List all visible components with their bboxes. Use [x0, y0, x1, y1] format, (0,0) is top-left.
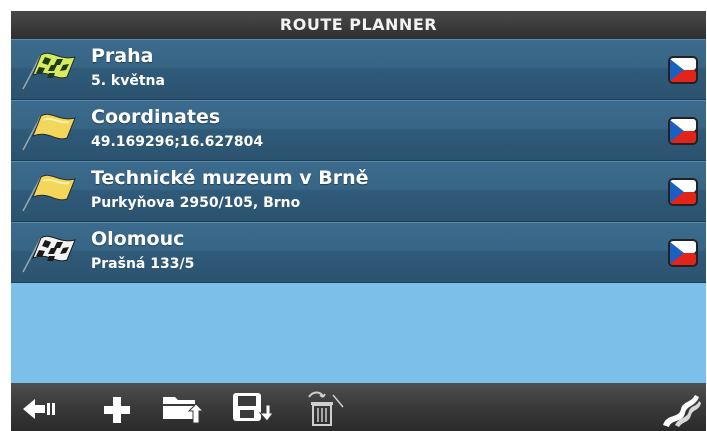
czech-flag-icon — [668, 117, 698, 145]
route-point-address: 5. května — [91, 73, 165, 89]
route-point-name: Praha — [91, 45, 154, 67]
add-button[interactable] — [95, 389, 139, 429]
page-title: ROUTE PLANNER — [11, 11, 706, 39]
route-point-name: Olomouc — [91, 228, 185, 250]
checkered-green-flag-icon — [22, 52, 76, 90]
route-options-button[interactable] — [657, 389, 701, 429]
open-folder-icon — [163, 397, 203, 424]
checkered-finish-flag-icon — [22, 235, 76, 273]
route-point-item[interactable]: Coordinates 49.169296;16.627804 — [11, 100, 706, 161]
route-point-address: Purkyňova 2950/105, Brno — [91, 195, 301, 211]
bottom-toolbar — [11, 383, 706, 431]
route-point-item[interactable]: Praha 5. května — [11, 39, 706, 100]
route-point-list: Praha 5. května Coordinates 49.169296;16… — [11, 39, 706, 283]
route-point-name: Coordinates — [91, 106, 221, 128]
route-point-address: Prašná 133/5 — [91, 256, 195, 272]
czech-flag-icon — [668, 239, 698, 267]
save-button[interactable] — [229, 389, 273, 429]
route-planner-screen: ROUTE PLANNER Praha 5. května Coordinate… — [11, 11, 706, 431]
yellow-flag-icon — [22, 174, 76, 212]
delete-icon — [308, 391, 344, 426]
yellow-flag-icon — [22, 113, 76, 151]
add-icon — [104, 397, 130, 423]
czech-flag-icon — [668, 56, 698, 84]
route-point-name: Technické muzeum v Brně — [91, 167, 369, 189]
back-button[interactable] — [19, 389, 63, 429]
route-point-address: 49.169296;16.627804 — [91, 134, 264, 150]
czech-flag-icon — [668, 178, 698, 206]
route-point-item[interactable]: Olomouc Prašná 133/5 — [11, 222, 706, 283]
back-icon — [23, 399, 55, 419]
delete-button[interactable] — [303, 389, 347, 429]
open-button[interactable] — [159, 389, 203, 429]
save-icon — [233, 393, 273, 422]
route-point-item[interactable]: Technické muzeum v Brně Purkyňova 2950/1… — [11, 161, 706, 222]
road-icon — [663, 395, 701, 427]
